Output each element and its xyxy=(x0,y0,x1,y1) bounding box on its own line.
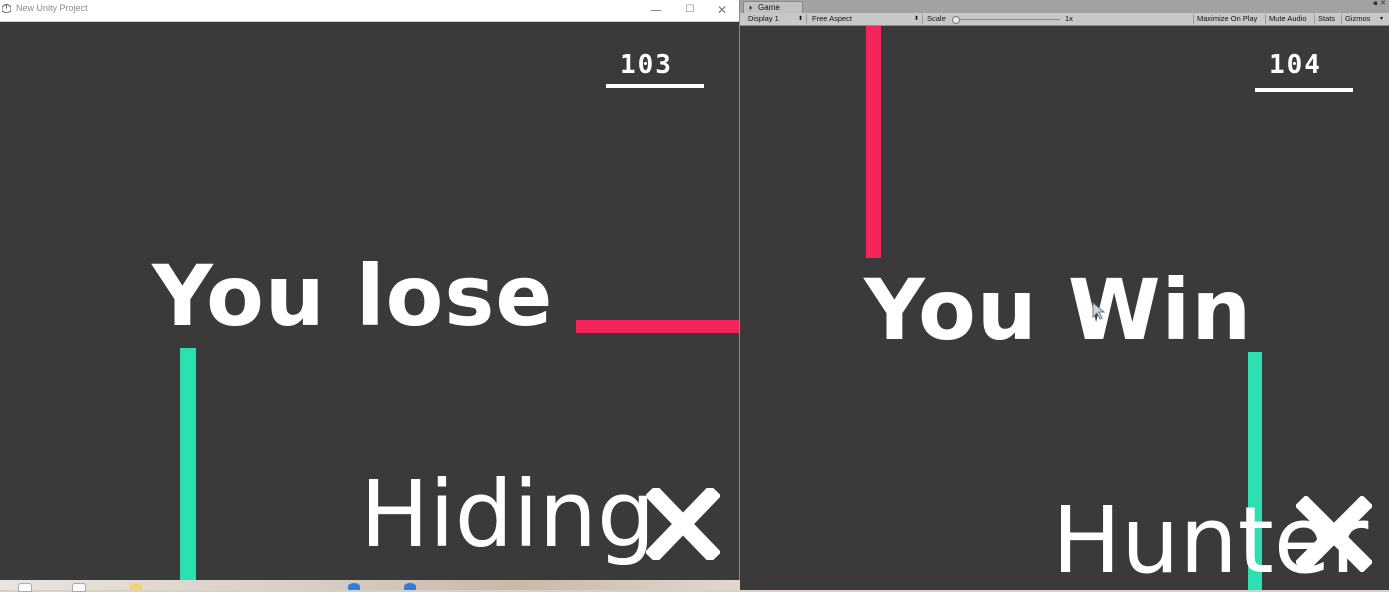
red-player-trail xyxy=(866,26,881,258)
result-text: You lose xyxy=(152,247,554,345)
aspect-dropdown-label: Free Aspect xyxy=(812,14,853,23)
gizmos-dropdown[interactable]: Gizmos xyxy=(1341,14,1384,24)
display-dropdown-label: Display 1 xyxy=(748,14,779,23)
score-label: 103 xyxy=(620,50,673,80)
desktop-strip xyxy=(0,580,740,590)
score-label: 104 xyxy=(1269,50,1322,80)
aspect-dropdown[interactable]: Free Aspect ⬍ xyxy=(806,14,923,24)
dropdown-arrow-icon: ⬍ xyxy=(797,16,803,22)
close-icon[interactable] xyxy=(1296,496,1372,572)
right-game-view[interactable]: 104 You Win Hunter xyxy=(740,26,1389,590)
taskbar-app-icon[interactable] xyxy=(404,583,416,590)
maximize-button[interactable]: ☐ xyxy=(676,1,704,19)
scale-label: Scale xyxy=(927,14,946,23)
gizmos-arrow-icon[interactable]: ▾ xyxy=(1380,14,1383,24)
left-game-view[interactable]: 103 You lose Hiding xyxy=(0,22,739,580)
scale-slider-thumb[interactable] xyxy=(952,16,960,24)
left-player-window: New Unity Project — ☐ ✕ 103 You lose Hid… xyxy=(0,0,739,580)
editor-game-panel: ◖ Game ▪ ✕ Display 1 ⬍ Free Aspect ⬍ Sca… xyxy=(740,0,1389,590)
mute-audio-button[interactable]: Mute Audio xyxy=(1265,14,1310,24)
score-underline xyxy=(606,84,704,88)
window-title: New Unity Project xyxy=(16,3,88,13)
role-text: Hiding xyxy=(360,461,656,568)
panel-menu-icon[interactable]: ▪ ✕ xyxy=(1373,0,1386,7)
dropdown-arrow-icon: ⬍ xyxy=(913,16,919,22)
taskbar-folder-icon[interactable] xyxy=(130,583,142,590)
score-underline xyxy=(1255,88,1353,92)
maximize-on-play-button[interactable]: Maximize On Play xyxy=(1193,14,1260,24)
scale-slider-track[interactable] xyxy=(954,19,1060,20)
close-window-button[interactable]: ✕ xyxy=(708,1,736,19)
taskbar-app-icon[interactable] xyxy=(348,583,360,590)
minimize-button[interactable]: — xyxy=(642,1,670,19)
window-titlebar[interactable]: New Unity Project — ☐ ✕ xyxy=(0,0,739,22)
gizmos-label: Gizmos xyxy=(1345,14,1371,23)
taskbar-file-icon[interactable] xyxy=(72,583,86,592)
game-toolbar: Display 1 ⬍ Free Aspect ⬍ Scale 1x Maxim… xyxy=(740,13,1389,26)
close-icon[interactable] xyxy=(646,488,720,560)
mouse-cursor-icon xyxy=(1092,302,1106,320)
unity-logo-icon xyxy=(2,4,11,13)
taskbar-file-icon[interactable] xyxy=(18,583,32,592)
tab-strip: ◖ Game ▪ ✕ xyxy=(740,0,1389,14)
teal-player-trail xyxy=(180,348,196,580)
display-dropdown[interactable]: Display 1 ⬍ xyxy=(742,14,807,24)
stats-button[interactable]: Stats xyxy=(1314,14,1338,24)
red-player-trail xyxy=(576,320,739,333)
scale-value: 1x xyxy=(1065,14,1073,23)
result-text: You Win xyxy=(864,261,1253,359)
